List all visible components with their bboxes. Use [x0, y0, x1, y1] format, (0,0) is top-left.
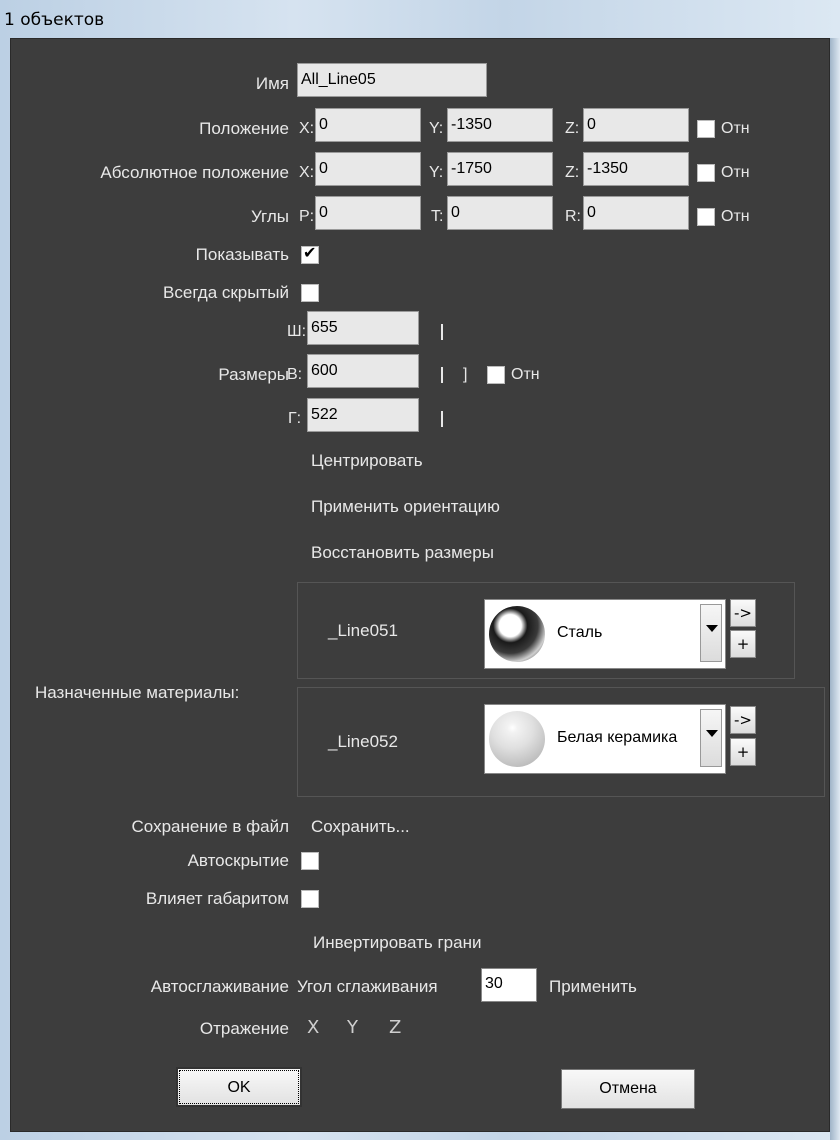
- size-h-label: В:: [287, 366, 303, 383]
- angles-r-label: R:: [565, 208, 581, 225]
- center-link[interactable]: Центрировать: [311, 451, 423, 471]
- sizes-label: Размеры: [218, 365, 289, 384]
- position-rel-checkbox[interactable]: [697, 120, 715, 138]
- material-row: _Line051 Сталь -> +: [297, 582, 795, 679]
- angles-label: Углы: [250, 207, 289, 226]
- apply-orientation-link[interactable]: Применить ориентацию: [311, 497, 500, 517]
- material-row: _Line052 Белая керамика -> +: [297, 687, 825, 797]
- sizes-rel-label: Отн: [511, 366, 540, 383]
- chevron-down-icon[interactable]: [700, 604, 722, 662]
- window-title: 1 объектов: [4, 10, 105, 30]
- position-z-field[interactable]: 0: [583, 108, 689, 142]
- always-hidden-checkbox[interactable]: [301, 284, 319, 302]
- show-checkbox[interactable]: ✔: [301, 243, 319, 264]
- size-d-lock[interactable]: [441, 411, 443, 427]
- mirror-z-button[interactable]: Z: [389, 1017, 401, 1038]
- sizes-rel-checkbox[interactable]: [487, 366, 505, 384]
- abs-position-z-label: Z:: [565, 164, 580, 181]
- angles-t-label: T:: [431, 208, 444, 225]
- size-h-field[interactable]: 600: [307, 354, 419, 388]
- size-w-field[interactable]: 655: [307, 311, 419, 345]
- position-rel-label: Отн: [721, 120, 750, 137]
- autohide-checkbox[interactable]: [301, 852, 319, 870]
- size-d-field[interactable]: 522: [307, 398, 419, 432]
- mirror-y-button[interactable]: Y: [347, 1017, 358, 1038]
- material-assign-button[interactable]: ->: [730, 599, 756, 627]
- size-bracket: ]: [463, 366, 468, 383]
- title-bar[interactable]: 1 объектов: [0, 0, 840, 36]
- material-add-button[interactable]: +: [730, 738, 756, 766]
- material-add-button[interactable]: +: [730, 630, 756, 658]
- save-link[interactable]: Сохранить...: [311, 817, 410, 837]
- material-assign-button[interactable]: ->: [730, 706, 756, 734]
- save-label: Сохранение в файл: [131, 817, 289, 836]
- material-select-value: Сталь: [557, 624, 603, 641]
- material-object-name: _Line051: [328, 621, 398, 640]
- position-y-field[interactable]: -1350: [447, 108, 553, 142]
- abs-position-rel-checkbox[interactable]: [697, 164, 715, 182]
- mirror-label: Отражение: [199, 1019, 289, 1038]
- properties-window: 1 объектов Имя All_Line05 Положение X: 0…: [0, 0, 840, 1140]
- angles-p-field[interactable]: 0: [315, 196, 421, 230]
- window-edge: [830, 38, 840, 1140]
- size-h-lock[interactable]: [441, 367, 443, 383]
- size-d-label: Г:: [288, 410, 302, 427]
- abs-position-y-label: Y:: [429, 164, 444, 181]
- cancel-button[interactable]: Отмена: [561, 1069, 695, 1109]
- position-label: Положение: [199, 119, 289, 138]
- position-z-label: Z:: [565, 120, 580, 137]
- smooth-angle-label: Угол сглаживания: [297, 977, 438, 996]
- abs-position-rel-label: Отн: [721, 164, 750, 181]
- checkmark-icon: ✔: [303, 243, 317, 262]
- angles-p-label: P:: [299, 208, 315, 225]
- affects-bounds-checkbox[interactable]: [301, 890, 319, 908]
- name-field[interactable]: All_Line05: [297, 63, 487, 97]
- mirror-x-button[interactable]: X: [307, 1017, 319, 1038]
- size-w-label: Ш:: [287, 323, 307, 340]
- abs-position-x-label: X:: [299, 164, 315, 181]
- smooth-angle-field[interactable]: 30: [481, 968, 537, 1002]
- size-w-lock[interactable]: [441, 324, 443, 340]
- affects-bounds-label: Влияет габаритом: [145, 889, 289, 908]
- abs-position-z-field[interactable]: -1350: [583, 152, 689, 186]
- apply-smoothing-link[interactable]: Применить: [549, 977, 637, 997]
- position-y-label: Y:: [429, 120, 444, 137]
- properties-panel: Имя All_Line05 Положение X: 0 Y: -1350 Z…: [10, 38, 830, 1132]
- abs-position-label: Абсолютное положение: [100, 163, 289, 182]
- material-select[interactable]: Белая керамика: [484, 704, 726, 774]
- autohide-label: Автоскрытие: [187, 851, 289, 870]
- chevron-down-icon[interactable]: [700, 709, 722, 767]
- invert-faces-link[interactable]: Инвертировать грани: [313, 933, 481, 953]
- material-object-name: _Line052: [328, 732, 398, 751]
- material-select[interactable]: Сталь: [484, 599, 726, 669]
- angles-rel-checkbox[interactable]: [697, 208, 715, 226]
- angles-rel-label: Отн: [721, 208, 750, 225]
- autosmooth-label: Автосглаживание: [150, 977, 289, 996]
- always-hidden-label: Всегда скрытый: [163, 283, 289, 302]
- position-x-field[interactable]: 0: [315, 108, 421, 142]
- material-select-value: Белая керамика: [557, 729, 678, 746]
- materials-label: Назначенные материалы:: [35, 683, 240, 702]
- angles-t-field[interactable]: 0: [447, 196, 553, 230]
- restore-sizes-link[interactable]: Восстановить размеры: [311, 543, 494, 563]
- ceramic-sphere-icon: [489, 711, 545, 767]
- show-label: Показывать: [195, 245, 289, 264]
- position-x-label: X:: [299, 120, 315, 137]
- steel-sphere-icon: [489, 606, 545, 662]
- abs-position-x-field[interactable]: 0: [315, 152, 421, 186]
- ok-button[interactable]: OK: [176, 1067, 302, 1107]
- angles-r-field[interactable]: 0: [583, 196, 689, 230]
- name-label: Имя: [255, 74, 289, 93]
- abs-position-y-field[interactable]: -1750: [447, 152, 553, 186]
